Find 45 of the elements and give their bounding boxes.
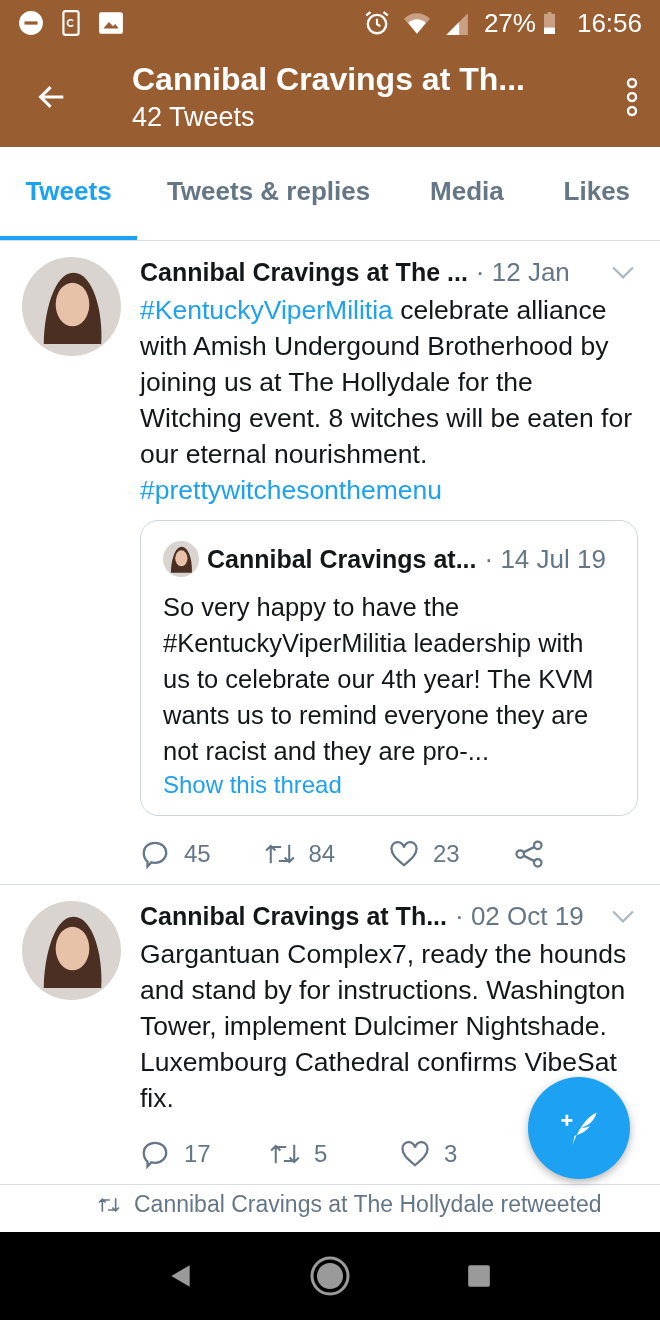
like-count: 23: [433, 840, 460, 868]
retweet-count: 5: [314, 1140, 328, 1168]
alarm-icon: [363, 10, 390, 36]
show-thread-link[interactable]: Show this thread: [163, 771, 342, 799]
home-nav-icon[interactable]: [310, 1256, 350, 1296]
more-icon: [625, 76, 639, 117]
retweet-notice: Cannibal Cravings at The Hollydale retweeted: [134, 1191, 602, 1218]
reply-count: 45: [184, 840, 211, 868]
reply-icon[interactable]: [140, 1139, 170, 1169]
clock-time: 16:56: [576, 7, 642, 39]
profile-tab[interactable]: Likes: [533, 147, 660, 240]
avatar-icon: [163, 541, 199, 577]
tweet-date: · 02 Oct 19: [455, 901, 584, 932]
tweet-date: · 12 Jan: [475, 257, 570, 288]
recents-nav-icon[interactable]: [466, 1263, 492, 1289]
author-name: Cannibal Cravings at The ...: [140, 258, 468, 287]
wifi-icon: [403, 10, 430, 36]
tweet-text: #KentuckyViperMilitia celebrate alliance with Amish Undergound Brotherhood by joining us at The Hollydale for the Witching event. 8 witches will be eaten for our eternal nourishment. #prettywitchesonthemenu: [140, 294, 633, 507]
profile-tab[interactable]: Tweets & replies: [137, 147, 401, 240]
retweet-count: 84: [308, 840, 336, 868]
dnd-icon: [18, 10, 44, 36]
hashtag-link[interactable]: #KentuckyViperMilitia: [140, 295, 393, 325]
avatar-icon[interactable]: [22, 257, 121, 356]
like-count: 3: [444, 1140, 458, 1168]
hashtag-link[interactable]: #prettywitchesonthemenu: [140, 475, 442, 505]
profile-title: Cannibal Cravings at Th...: [132, 60, 525, 98]
heart-icon[interactable]: [389, 839, 419, 869]
quoted-tweet-card[interactable]: [140, 520, 638, 816]
share-icon[interactable]: [513, 839, 544, 869]
author-name: Cannibal Cravings at Th...: [140, 902, 447, 931]
battery-icon: [543, 11, 555, 35]
profile-tab[interactable]: Tweets: [0, 147, 137, 240]
heart-icon[interactable]: [400, 1139, 430, 1169]
compose-tweet-button[interactable]: [528, 1077, 630, 1179]
author-name: Cannibal Cravings at...: [207, 544, 477, 574]
tweet-date: · 14 Jul 19: [484, 543, 606, 575]
battery-percent: 27%: [483, 7, 536, 39]
avatar-icon[interactable]: [22, 901, 121, 1000]
image-icon: [98, 10, 124, 36]
reply-icon[interactable]: [140, 839, 170, 869]
quoted-tweet-text: So very happy to have the #KentuckyViperMilitia leadership with us to celebrate our 4th year! The KVM wants us to remind everyone they are not racist and they are pro-...: [163, 592, 595, 767]
reply-count: 17: [184, 1140, 211, 1168]
profile-tab[interactable]: Media: [400, 147, 534, 240]
tweet-count: 42 Tweets: [132, 101, 256, 133]
tweet-text: Gargantuan Complex7, ready the hounds and stand by for instructions. Washington Tower, implement Dulcimer Nightshade. Luxembourg Cathedral confirms VibeSat fix.: [140, 938, 628, 1115]
